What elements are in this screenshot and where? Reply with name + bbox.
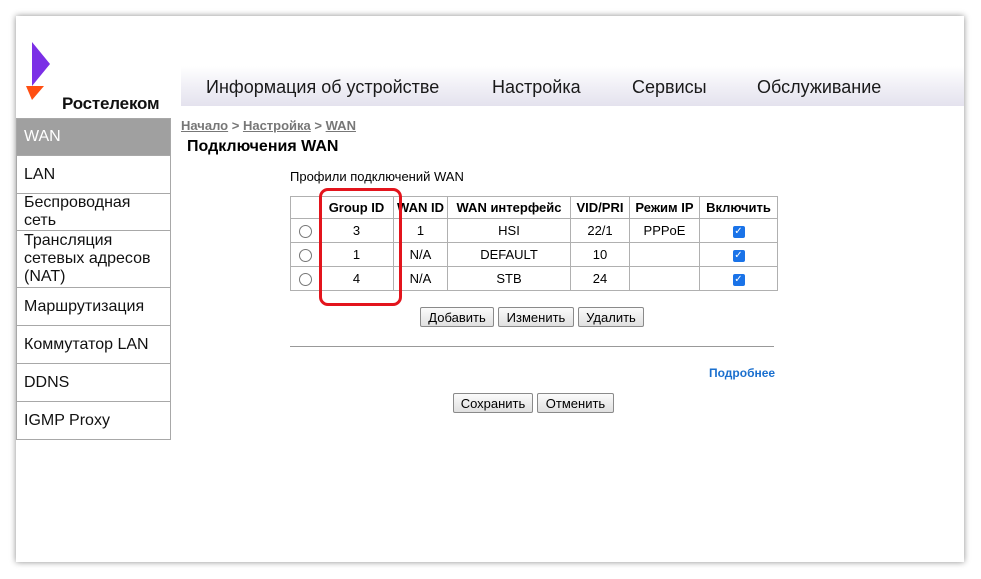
sidebar-item-igmp-proxy[interactable]: IGMP Proxy: [16, 402, 171, 440]
enable-checkbox[interactable]: ✓: [732, 273, 745, 286]
nav-settings[interactable]: Настройка: [492, 77, 581, 98]
breadcrumb-wan-link[interactable]: WAN: [326, 118, 356, 133]
sidebar-item-nat[interactable]: Трансляция сетевых адресов (NAT): [16, 231, 171, 288]
vid-pri-cell: 10: [570, 242, 630, 267]
vid-pri-cell: 24: [570, 266, 630, 291]
vid-pri-cell: 22/1: [570, 218, 630, 243]
nav-services[interactable]: Сервисы: [632, 77, 707, 98]
ip-mode-cell: [629, 242, 700, 267]
header-enable: Включить: [699, 196, 778, 219]
save-button[interactable]: Сохранить: [453, 393, 533, 413]
ip-mode-cell: [629, 266, 700, 291]
top-navigation: Информация об устройстве Настройка Серви…: [181, 66, 964, 106]
cancel-button[interactable]: Отменить: [537, 393, 614, 413]
edit-button[interactable]: Изменить: [498, 307, 574, 327]
sidebar-item-lan[interactable]: LAN: [16, 156, 171, 194]
enable-checkbox[interactable]: ✓: [732, 249, 745, 262]
row-select-cell: [290, 242, 320, 267]
delete-button[interactable]: Удалить: [578, 307, 644, 327]
rostelecom-logo: Ростелеком: [24, 42, 184, 113]
header-vid-pri: VID/PRI: [570, 196, 630, 219]
table-caption: Профили подключений WAN: [290, 169, 464, 184]
header-wan-interface: WAN интерфейс: [447, 196, 571, 219]
sidebar: WAN LAN Беспроводная сеть Трансляция сет…: [16, 118, 171, 440]
logo-text: Ростелеком: [62, 94, 160, 113]
breadcrumb-separator: >: [231, 118, 240, 133]
more-details-link[interactable]: Подробнее: [709, 366, 775, 380]
header-select: [290, 196, 320, 219]
add-button[interactable]: Добавить: [420, 307, 494, 327]
sidebar-item-lan-switch[interactable]: Коммутатор LAN: [16, 326, 171, 364]
sidebar-item-routing[interactable]: Маршрутизация: [16, 288, 171, 326]
breadcrumb: Начало > Настройка > WAN: [181, 118, 356, 133]
enable-checkbox[interactable]: ✓: [732, 225, 745, 238]
header-ip-mode: Режим IP: [629, 196, 700, 219]
enable-cell: ✓: [699, 242, 778, 267]
breadcrumb-home-link[interactable]: Начало: [181, 118, 228, 133]
row-select-cell: [290, 266, 320, 291]
row-radio[interactable]: [298, 273, 312, 287]
enable-cell: ✓: [699, 266, 778, 291]
rostelecom-logo-icon: [26, 42, 50, 100]
nav-maintenance[interactable]: Обслуживание: [757, 77, 881, 98]
breadcrumb-settings-link[interactable]: Настройка: [243, 118, 311, 133]
enable-cell: ✓: [699, 218, 778, 243]
row-select-cell: [290, 218, 320, 243]
wan-interface-cell: HSI: [447, 218, 571, 243]
router-admin-window: Ростелеком Информация об устройстве Наст…: [16, 16, 964, 562]
wan-interface-cell: STB: [447, 266, 571, 291]
row-radio[interactable]: [298, 249, 312, 263]
divider: [290, 346, 774, 347]
sidebar-item-wireless[interactable]: Беспроводная сеть: [16, 194, 171, 231]
sidebar-item-wan[interactable]: WAN: [16, 118, 171, 156]
page-title: Подключения WAN: [187, 138, 339, 155]
sidebar-item-ddns[interactable]: DDNS: [16, 364, 171, 402]
wan-interface-cell: DEFAULT: [447, 242, 571, 267]
nav-device-info[interactable]: Информация об устройстве: [206, 77, 439, 98]
ip-mode-cell: PPPoE: [629, 218, 700, 243]
breadcrumb-separator: >: [314, 118, 322, 133]
row-radio[interactable]: [298, 225, 312, 239]
group-id-highlight-annotation: [319, 188, 402, 306]
